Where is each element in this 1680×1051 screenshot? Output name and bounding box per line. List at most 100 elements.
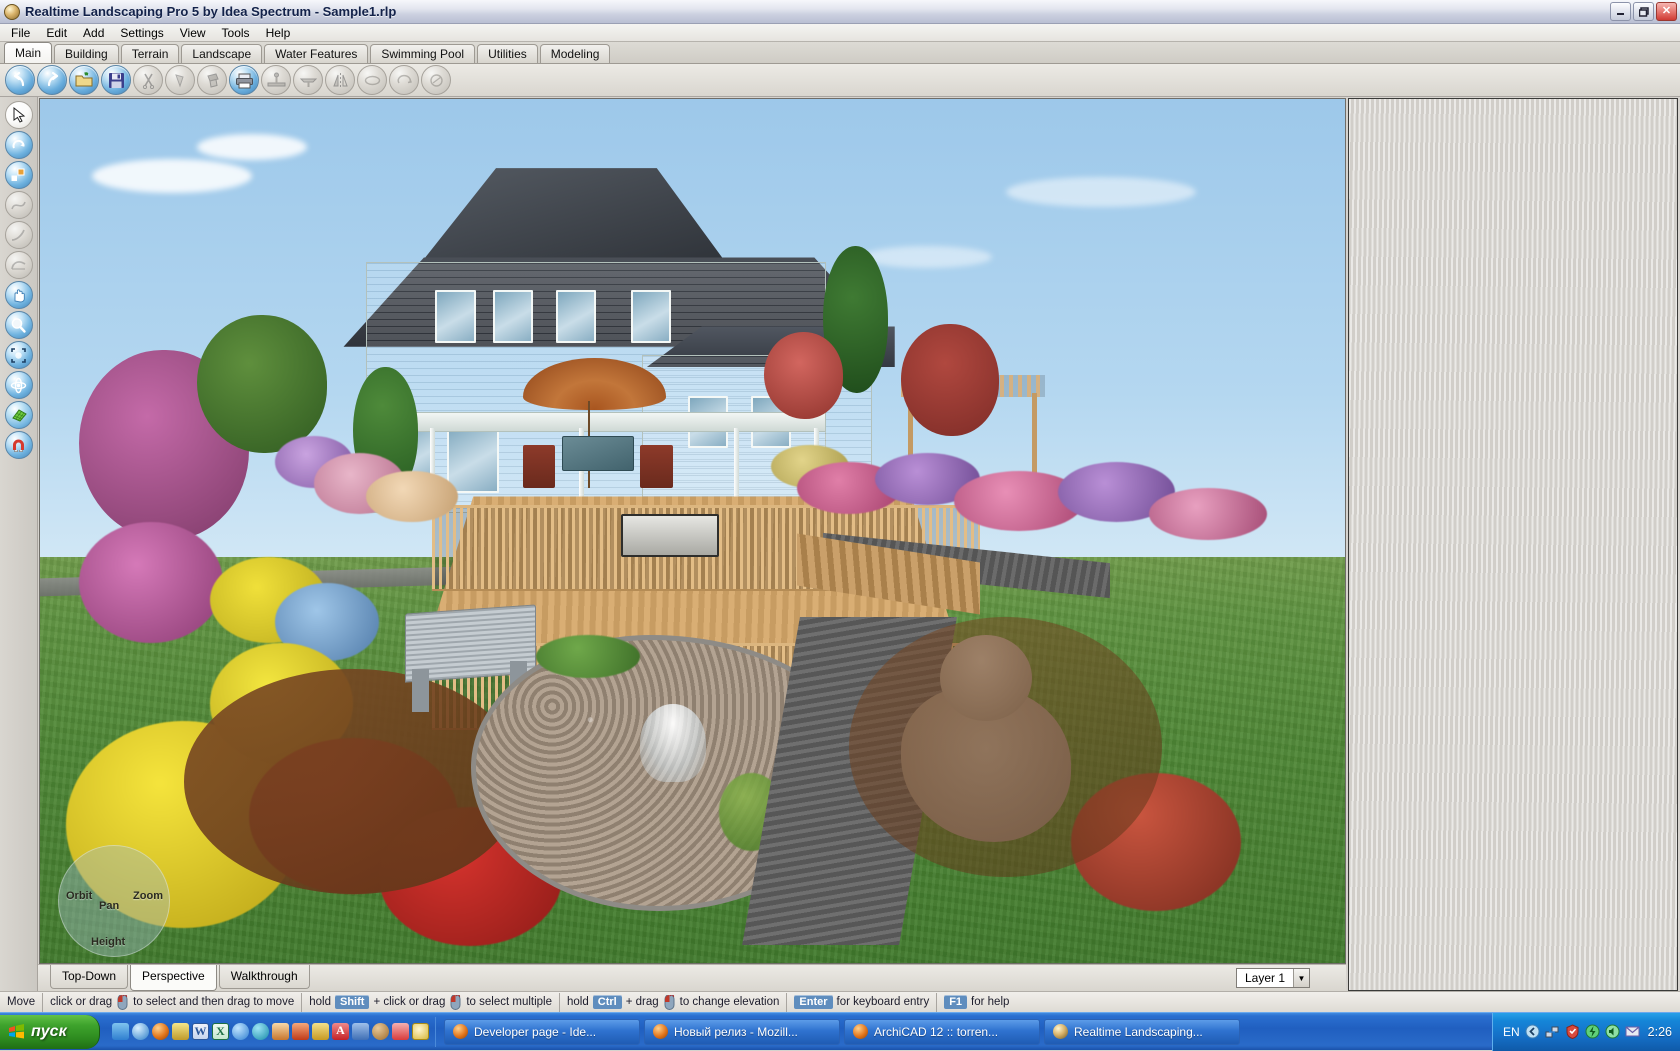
- layer-selector-value: Layer 1: [1237, 971, 1293, 985]
- taskbar-item-developer-page[interactable]: Developer page - Ide...: [444, 1019, 640, 1045]
- main-toolbar: [0, 64, 1680, 97]
- zoom-extents-icon[interactable]: [5, 341, 33, 369]
- undo-icon[interactable]: [5, 65, 35, 95]
- winamp-icon[interactable]: [292, 1023, 309, 1040]
- select-arrow-icon[interactable]: [5, 101, 33, 129]
- rotate-object-icon[interactable]: [5, 131, 33, 159]
- nav-label-height[interactable]: Height: [91, 936, 125, 948]
- minimize-button[interactable]: [1610, 2, 1631, 21]
- paint-icon[interactable]: [172, 1023, 189, 1040]
- quick-launch-bar: W X A: [106, 1017, 436, 1047]
- menu-item-view[interactable]: View: [173, 24, 213, 42]
- internet-explorer-icon[interactable]: [132, 1023, 149, 1040]
- tab-modeling[interactable]: Modeling: [540, 44, 611, 63]
- volume-icon[interactable]: [1605, 1024, 1620, 1039]
- navigation-compass-widget[interactable]: Orbit Zoom Pan Height: [58, 845, 170, 957]
- show-hidden-icons-arrow[interactable]: [1525, 1024, 1540, 1039]
- key-enter: Enter: [794, 995, 832, 1009]
- cut-icon: [133, 65, 163, 95]
- taskbar-item-realtime-landscaping[interactable]: Realtime Landscaping...: [1044, 1019, 1240, 1045]
- taskbar-clock[interactable]: 2:26: [1648, 1025, 1672, 1039]
- ebay-icon[interactable]: [392, 1023, 409, 1040]
- tab-terrain[interactable]: Terrain: [121, 44, 180, 63]
- nav-label-orbit[interactable]: Orbit: [66, 890, 92, 902]
- magnet-snap-icon[interactable]: [5, 431, 33, 459]
- ribbon-tab-strip: Main Building Terrain Landscape Water Fe…: [0, 42, 1680, 64]
- k-lite-codec-icon[interactable]: [252, 1023, 269, 1040]
- copy-icon: [165, 65, 195, 95]
- usb-drive-icon[interactable]: [352, 1023, 369, 1040]
- menu-item-help[interactable]: Help: [259, 24, 298, 42]
- chevron-down-icon[interactable]: ▼: [1293, 969, 1309, 987]
- kaspersky-icon[interactable]: [1565, 1024, 1580, 1039]
- taskbar-item-label: ArchiCAD 12 :: torren...: [874, 1025, 998, 1039]
- zoom-icon[interactable]: [5, 311, 33, 339]
- status-mode: Move: [0, 993, 43, 1012]
- right-properties-panel[interactable]: [1348, 98, 1678, 991]
- window: [631, 290, 671, 343]
- 3d-viewport[interactable]: Orbit Zoom Pan Height: [39, 98, 1346, 964]
- menu-item-settings[interactable]: Settings: [113, 24, 170, 42]
- taskbar-item-novyi-reliz[interactable]: Новый релиз - Mozill...: [644, 1019, 840, 1045]
- mail-icon[interactable]: [1625, 1024, 1640, 1039]
- excel-icon[interactable]: X: [212, 1023, 229, 1040]
- orbit-icon[interactable]: [5, 371, 33, 399]
- firefox-icon[interactable]: [152, 1023, 169, 1040]
- tab-water-features[interactable]: Water Features: [264, 44, 368, 63]
- stretch-icon: [357, 65, 387, 95]
- start-button[interactable]: пуск: [0, 1015, 100, 1049]
- start-button-label: пуск: [31, 1023, 67, 1041]
- open-folder-icon[interactable]: [69, 65, 99, 95]
- window-title: Realtime Landscaping Pro 5 by Idea Spect…: [25, 4, 396, 19]
- scale-object-icon[interactable]: [5, 161, 33, 189]
- power-icon[interactable]: [1585, 1024, 1600, 1039]
- taskbar-window-buttons: Developer page - Ide... Новый релиз - Mo…: [436, 1019, 1492, 1045]
- grid-icon[interactable]: [5, 401, 33, 429]
- mulch-bed: [849, 617, 1162, 876]
- word-icon[interactable]: W: [192, 1023, 209, 1040]
- menu-item-tools[interactable]: Tools: [215, 24, 257, 42]
- menu-item-file[interactable]: File: [4, 24, 37, 42]
- hint-suffix: to select and then drag to move: [133, 996, 294, 1008]
- nero-icon[interactable]: [272, 1023, 289, 1040]
- view-tab-perspective[interactable]: Perspective: [130, 965, 217, 991]
- window: [435, 290, 475, 343]
- firefox-icon: [653, 1024, 668, 1039]
- rotate-icon: [389, 65, 419, 95]
- tab-utilities[interactable]: Utilities: [477, 44, 538, 63]
- layer-selector[interactable]: Layer 1 ▼: [1236, 968, 1310, 988]
- acrobat-icon[interactable]: A: [332, 1023, 349, 1040]
- view-tab-walkthrough[interactable]: Walkthrough: [219, 965, 310, 989]
- menu-item-edit[interactable]: Edit: [39, 24, 74, 42]
- media-player-icon[interactable]: [232, 1023, 249, 1040]
- taskbar-item-archicad-torrent[interactable]: ArchiCAD 12 :: torren...: [844, 1019, 1040, 1045]
- pan-hand-icon[interactable]: [5, 281, 33, 309]
- tab-main[interactable]: Main: [4, 42, 52, 63]
- redo-icon[interactable]: [37, 65, 67, 95]
- show-desktop-icon[interactable]: [112, 1023, 129, 1040]
- save-icon[interactable]: [101, 65, 131, 95]
- menu-item-add[interactable]: Add: [76, 24, 111, 42]
- close-button[interactable]: ✕: [1656, 2, 1677, 21]
- status-hint-move: click or drag to select and then drag to…: [43, 993, 302, 1012]
- print-icon[interactable]: [229, 65, 259, 95]
- red-maple-tree: [901, 324, 999, 436]
- tab-landscape[interactable]: Landscape: [181, 44, 262, 63]
- nav-label-zoom[interactable]: Zoom: [133, 890, 163, 902]
- tab-building[interactable]: Building: [54, 44, 119, 63]
- maximize-button[interactable]: [1633, 2, 1654, 21]
- tab-swimming-pool[interactable]: Swimming Pool: [370, 44, 475, 63]
- winrar-icon[interactable]: [312, 1023, 329, 1040]
- network-icon[interactable]: [1545, 1024, 1560, 1039]
- taskbar-item-label: Developer page - Ide...: [474, 1025, 596, 1039]
- clock-icon[interactable]: [412, 1023, 429, 1040]
- tray-language-indicator[interactable]: EN: [1503, 1025, 1520, 1039]
- flowering-tree: [764, 332, 842, 418]
- view-tab-top-down[interactable]: Top-Down: [50, 965, 128, 989]
- status-hint-keyboard-entry: Enter for keyboard entry: [787, 993, 937, 1012]
- photoshop-icon[interactable]: [372, 1023, 389, 1040]
- deck-bench: [621, 514, 719, 557]
- nav-label-pan[interactable]: Pan: [99, 900, 119, 912]
- scale-icon: [421, 65, 451, 95]
- windows-flag-icon: [8, 1024, 25, 1040]
